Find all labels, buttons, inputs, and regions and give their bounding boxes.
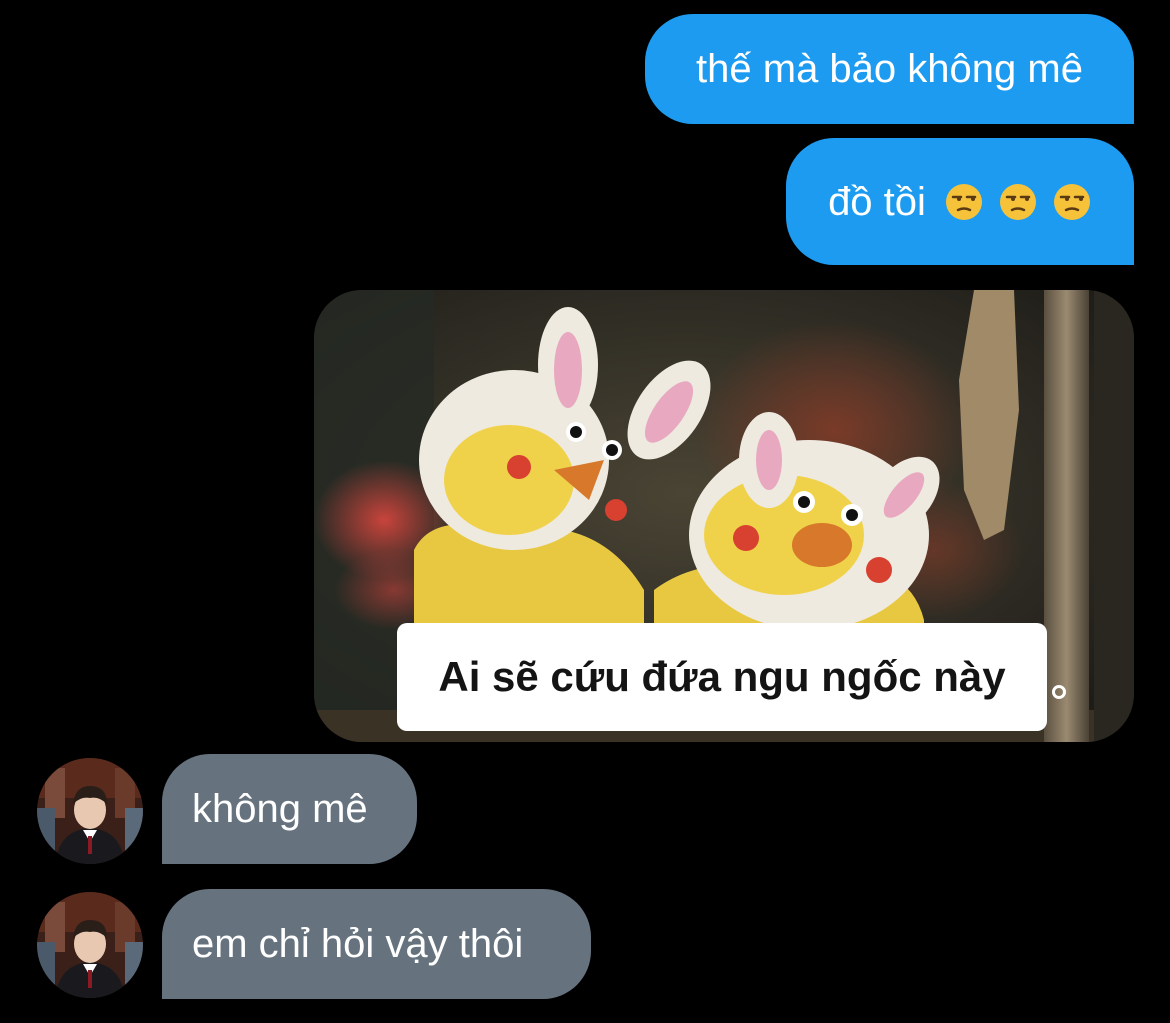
- outgoing-message[interactable]: thế mà bảo không mê: [645, 14, 1134, 124]
- image-message[interactable]: Ai sẽ cứu đứa ngu ngốc này: [314, 290, 1134, 742]
- meme-caption: Ai sẽ cứu đứa ngu ngốc này: [397, 623, 1047, 731]
- chat-thread: thế mà bảo không mê đồ tồi Ai sẽ cứu đứa…: [0, 0, 1170, 1023]
- avatar-image: [37, 758, 143, 864]
- avatar[interactable]: [37, 758, 143, 864]
- message-text: thế mà bảo không mê: [696, 47, 1083, 91]
- incoming-message[interactable]: không mê: [162, 754, 417, 864]
- unamused-face-icon: [945, 183, 982, 220]
- outgoing-message[interactable]: đồ tồi: [786, 138, 1134, 265]
- avatar-image: [37, 892, 143, 998]
- message-text: em chỉ hỏi vậy thôi: [192, 922, 524, 966]
- unamused-face-icon: [999, 183, 1036, 220]
- message-text: không mê: [192, 787, 368, 831]
- incoming-message[interactable]: em chỉ hỏi vậy thôi: [162, 889, 591, 999]
- media-indicator-icon: [1052, 685, 1066, 699]
- message-text: đồ tồi: [828, 179, 926, 224]
- avatar[interactable]: [37, 892, 143, 998]
- unamused-face-icon: [1053, 183, 1090, 220]
